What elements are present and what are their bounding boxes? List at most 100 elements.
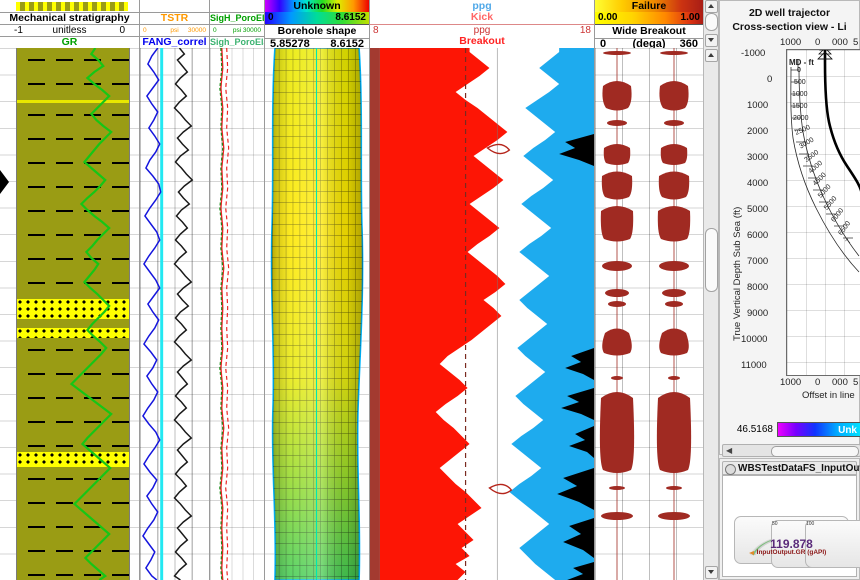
trajectory-top-tick-3: 5 [853,37,859,48]
scroll-down-icon[interactable] [705,566,718,579]
md-tick-1: 500 [794,79,806,86]
borehole-track-name: Borehole shape [277,25,357,37]
borehole-scale-row: 0 8.6152 [265,12,369,25]
scroll-thumb[interactable] [705,228,718,292]
trajectory-xlabel: Offset in line [802,390,855,401]
scroll-down-icon[interactable] [705,34,718,47]
track-header-tstr[interactable]: TSTR 0 psi 30000 FANG_correl 0 deg 60 [140,0,210,48]
failure-scale-lo: 0.00 [598,12,618,23]
track-header-sigh[interactable]: SigH_PoroElastic_2 0 psi 30000 Sigh_Poro… [210,0,265,48]
trajectory-ytick-12: 11000 [741,360,767,371]
trajectory-ytick-2: 1000 [747,100,769,111]
trajectory-colorbar-row: 46.5168 Unk [720,420,860,439]
hscroll-thumb[interactable] [771,446,859,457]
right-panel: 2D well trajector Cross-section view - L… [719,0,860,580]
trajectory-ytick-1: 0 [767,74,773,85]
widebreakout-scale-hi: 360 [679,38,698,48]
trajectory-bottom-tick-0: 1000 [780,377,802,388]
colorbar-gradient[interactable]: Unk [777,422,860,437]
track-headers: Mechanical stratigraphy -1 unitless 0 GR… [0,0,703,48]
colorbar-label: Unk [838,425,857,436]
gr-curve [69,48,113,580]
failure-colorbar: Failure [595,0,703,12]
md-tick-4: 2000 [793,115,809,122]
track-body-borehole[interactable] [265,48,370,580]
md-tick-2: 1000 [792,91,808,98]
borehole-sub-hi: 8.6152 [330,38,364,48]
scroll-up-icon[interactable] [705,49,718,62]
strat-track-name: Mechanical stratigraphy [0,12,139,24]
trajectory-ytick-9: 8000 [747,282,769,293]
trajectory-title-line1: 2D well trajector [748,7,831,19]
borehole-scale-hi: 8.6152 [335,12,366,23]
trajectory-bottom-tick-3: 5 [853,377,859,388]
trajectory-ytick-8: 7000 [747,256,769,267]
sigh2-scale-row: 0 psi 30000 [210,24,264,36]
clock-icon [725,464,736,475]
borehole-sub-scale-row: 5.85278 8.6152 [265,38,369,48]
scroll-up-icon[interactable] [705,0,718,13]
tab-inputoutput[interactable]: WBSTestDataFS_InputOutput_ [722,461,860,475]
trajectory-ytick-7: 6000 [747,230,769,241]
trajectory-bottom-tick-2: 000 [832,377,848,388]
inputoutput-tab-panel: WBSTestDataFS_InputOutput_ [719,458,860,580]
track-body-sigh[interactable] [210,48,265,580]
track-body-strat[interactable] [0,48,140,580]
scroll-left-icon[interactable]: ◀ [726,446,732,455]
kick-scale-hi: 18 [579,25,591,36]
track-body-kick[interactable] [370,48,595,580]
trajectory-ylabel: True Vertical Depth Sub Sea (ft) [732,206,743,341]
md-tick-0: 0 [797,67,801,74]
trajectory-hscrollbar[interactable]: ◀ [722,444,860,457]
sigh-poroelastic-curve [219,48,230,580]
trajectory-plot[interactable]: MD - ft 0 500 1000 1500 2000 2500 3000 3… [786,49,860,376]
mud-window-fill [370,48,594,580]
sigh2-scale-hi: 30000 [242,27,261,34]
tstr-scale-hi: 30000 [187,27,206,34]
strat-top-colorbar [0,0,139,12]
log-scrollbar-main[interactable] [703,48,719,580]
track-header-borehole[interactable]: Unknown 0 8.6152 Borehole shape 5.85278 … [265,0,370,48]
track-body-tstr[interactable] [140,48,210,580]
borehole-colorbar-label: Unknown [293,0,341,12]
sigh-curve-name: Sigh_PoroElastic [210,36,264,47]
trajectory-ytick-10: 9000 [747,308,769,319]
strat-scale-hi: 0 [119,25,125,36]
log-scrollbar-mid[interactable] [703,33,719,48]
log-scrollbar-top[interactable] [703,0,719,33]
trajectory-ytick-3: 2000 [747,126,769,137]
breakout-curve-name: Breakout [459,36,505,47]
gr-gauge[interactable]: 50 100 119.878 InputOutput.GR (gAPI) [734,516,860,568]
kick-top-partial: ppg [472,0,492,12]
track-body-failure[interactable] [595,48,703,580]
trajectory-bottom-tick-1: 0 [815,377,821,388]
tab-content: 50 100 119.878 InputOutput.GR (gAPI) [722,475,860,577]
trajectory-ytick-0: -1000 [741,48,766,59]
strat-scale-row: -1 unitless 0 [0,24,139,36]
borehole-scale-lo: 0 [268,12,274,23]
log-display-panel: Mechanical stratigraphy -1 unitless 0 GR… [0,0,703,580]
trajectory-top-tick-0: 1000 [780,37,802,48]
md-axis-label: MD - ft [789,58,814,67]
trajectory-ytick-4: 3000 [747,152,769,163]
well-bore-stability-app: Mechanical stratigraphy -1 unitless 0 GR… [0,0,860,580]
md-tick-3: 1500 [792,103,808,110]
track-header-kick[interactable]: ppg Kick 8 ppg 18 Breakout 8 ppg 18 [370,0,595,48]
failure-colorbar-label: Failure [631,0,667,12]
scroll-thumb[interactable] [705,13,718,31]
widebreakout-scale-row: 0 (dega) 360 [595,38,703,48]
sigh2-track-name: SigH_PoroElastic_2 [210,12,264,23]
kick-scale-unit: ppg [473,25,491,36]
borehole-colorbar: Unknown [265,0,369,12]
borehole-sub-lo: 5.85278 [270,38,310,48]
trajectory-panel: 2D well trajector Cross-section view - L… [719,0,860,457]
track-header-strat[interactable]: Mechanical stratigraphy -1 unitless 0 GR… [0,0,140,48]
kick-scale-row: 8 ppg 18 [370,24,594,36]
trajectory-top-tick-2: 000 [832,37,848,48]
trajectory-ytick-6: 5000 [747,204,769,215]
widebreakout-track-name: Wide Breakout [612,25,686,37]
track-header-failure[interactable]: Failure 0.00 1.00 Wide Breakout 0 (dega)… [595,0,703,48]
borehole-3d-shape [270,48,364,580]
track-bodies [0,48,703,580]
trajectory-curves [790,50,860,273]
